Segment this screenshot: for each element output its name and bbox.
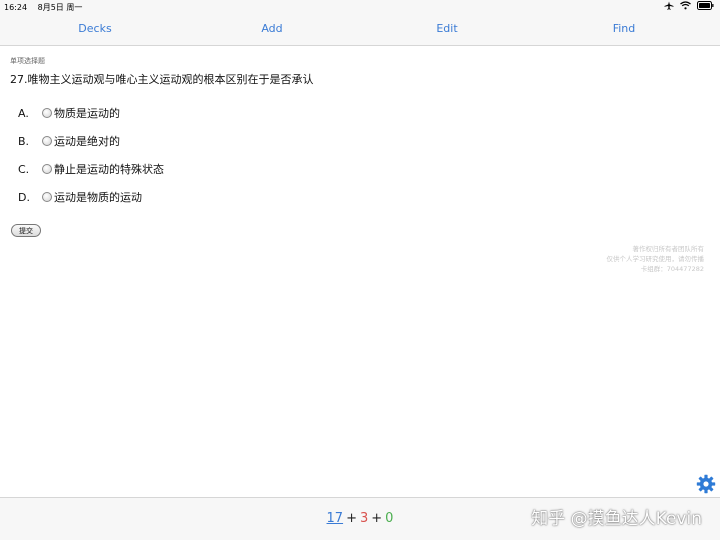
gear-icon[interactable] (696, 474, 716, 494)
option-text: 静止是运动的特殊状态 (54, 163, 164, 176)
battery-icon (697, 1, 714, 12)
option-a[interactable]: A. 物质是运动的 (18, 105, 120, 121)
new-count[interactable]: 17 (327, 511, 344, 526)
option-c[interactable]: C. 静止是运动的特殊状态 (18, 161, 164, 177)
radio-button[interactable] (42, 108, 52, 118)
status-date: 8月5日 周一 (37, 3, 83, 12)
status-time: 16:24 (4, 3, 28, 12)
watermark: 著作权归所有者团队所有 仅供个人学习研究使用，请勿传播 卡组群：70447728… (607, 244, 705, 274)
plus-sign: + (371, 511, 383, 526)
radio-button[interactable] (42, 136, 52, 146)
card-content: 单项选择题 27.唯物主义运动观与唯心主义运动观的根本区别在于是否承认 A. 物… (0, 46, 720, 497)
bottom-bar: 17 +3 +0 知乎 @摸鱼达人Kevin (0, 497, 720, 540)
status-bar: 16:24 8月5日 周一 (0, 0, 720, 14)
learn-count: 3 (359, 511, 369, 526)
nav-bar: Decks Add Edit Find (0, 14, 720, 46)
submit-button[interactable]: 提交 (11, 224, 41, 237)
plus-sign: + (346, 511, 357, 526)
credit-watermark: 知乎 @摸鱼达人Kevin (531, 509, 702, 529)
review-count: 0 (385, 511, 394, 526)
question-title: 27.唯物主义运动观与唯心主义运动观的根本区别在于是否承认 (10, 73, 314, 86)
option-letter: C. (18, 162, 30, 176)
watermark-line: 著作权归所有者团队所有 (632, 245, 705, 253)
option-text: 运动是物质的运动 (54, 191, 142, 204)
radio-button[interactable] (42, 164, 52, 174)
decks-button[interactable]: Decks (78, 22, 111, 35)
option-letter: A. (18, 106, 29, 120)
option-text: 运动是绝对的 (54, 135, 120, 148)
watermark-line: 卡组群：704477282 (640, 265, 704, 273)
radio-button[interactable] (42, 192, 52, 202)
find-button[interactable]: Find (613, 22, 636, 35)
edit-button[interactable]: Edit (436, 22, 457, 35)
watermark-line: 仅供个人学习研究使用，请勿传播 (606, 255, 705, 263)
option-d[interactable]: D. 运动是物质的运动 (18, 189, 142, 205)
add-button[interactable]: Add (261, 22, 282, 35)
option-text: 物质是运动的 (54, 107, 120, 120)
option-letter: D. (18, 190, 30, 204)
wifi-icon (680, 1, 691, 12)
airplane-icon (664, 1, 674, 12)
option-b[interactable]: B. 运动是绝对的 (18, 133, 120, 149)
option-letter: B. (18, 134, 30, 148)
question-type: 单项选择题 (10, 57, 45, 65)
